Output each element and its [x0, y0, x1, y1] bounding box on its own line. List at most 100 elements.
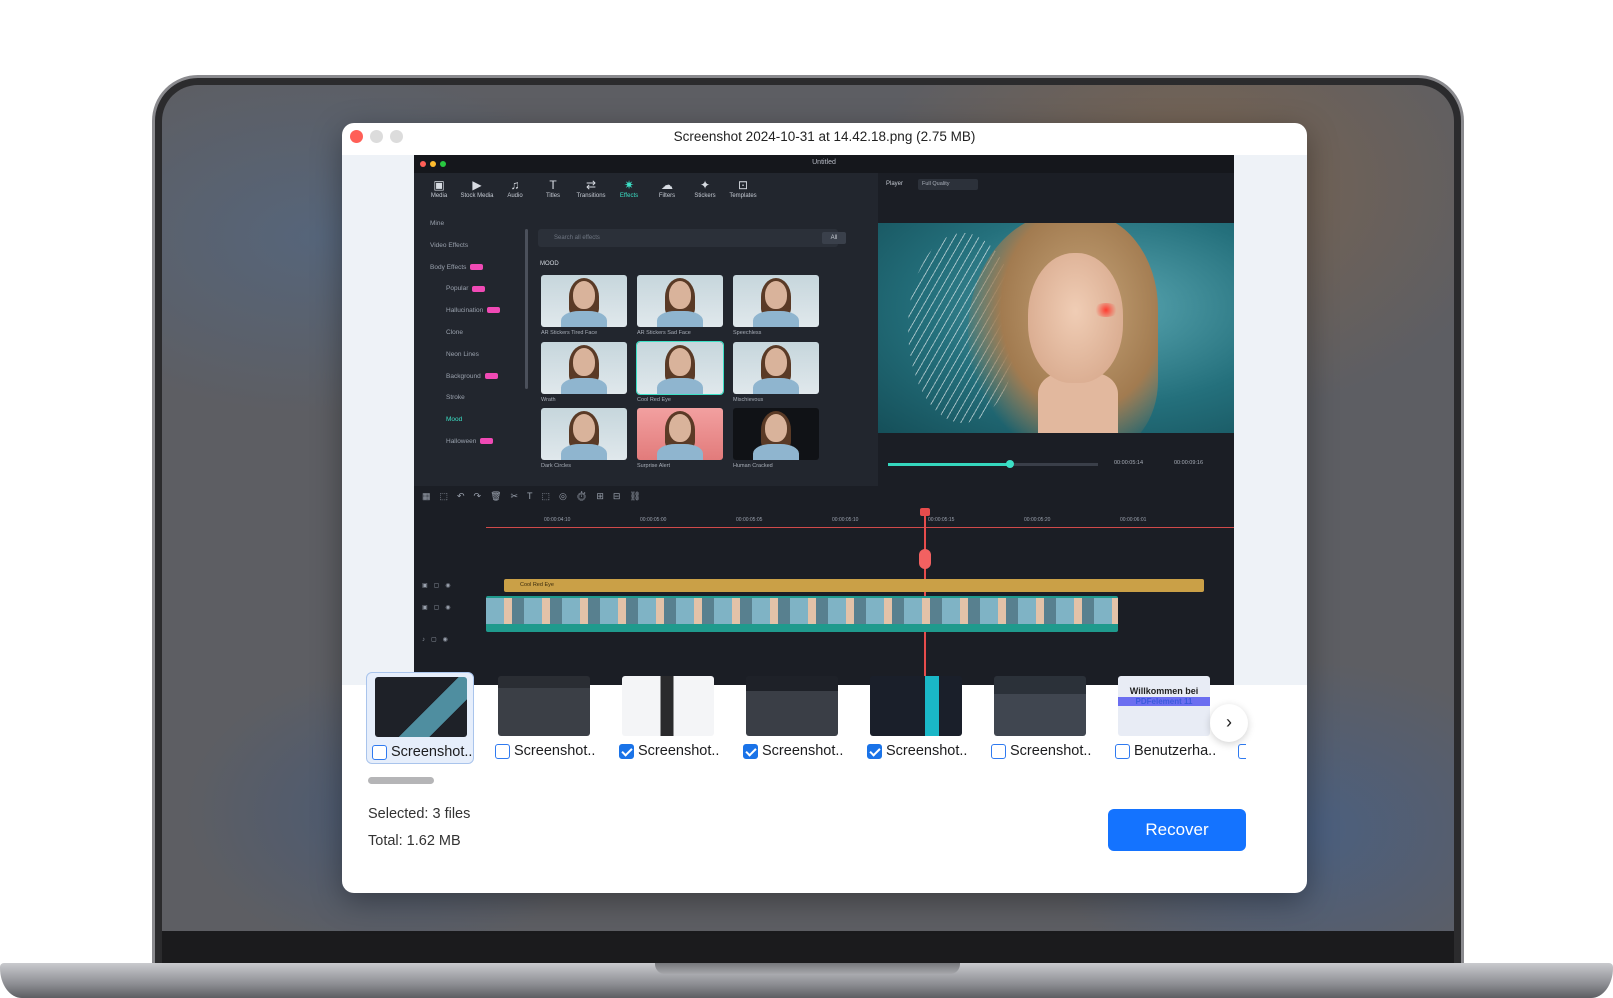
sidebar-item-video-effects[interactable]: Video Effects	[422, 237, 530, 255]
new-badge	[470, 263, 484, 270]
player-panel: Player Full Quality 00:00:05:14 00:00:09…	[878, 173, 1234, 518]
sidebar-item-label: Video Effects	[430, 241, 469, 249]
sidebar-item-body-effects[interactable]: Body Effects	[422, 259, 530, 277]
sidebar-item-label: Hallucination	[446, 307, 484, 315]
file-checkbox[interactable]	[495, 743, 510, 759]
timeline-tick: 00:00:05:10	[832, 517, 859, 523]
sidebar-item-clone[interactable]: Clone	[422, 324, 530, 342]
effect-thumbnail[interactable]	[541, 342, 627, 394]
sidebar-item-label: Popular	[446, 285, 469, 293]
effects-search: Search all effects	[538, 229, 838, 247]
sidebar-item-neon-lines[interactable]: Neon Lines	[422, 346, 530, 364]
window-title: Screenshot 2024-10-31 at 14.42.18.png (2…	[673, 129, 976, 144]
effect-thumbnail[interactable]	[733, 342, 819, 394]
total-size: Total: 1.62 MB	[368, 833, 461, 849]
file-thumbnail	[746, 676, 838, 736]
tab-icon: ▶	[472, 178, 482, 192]
file-card[interactable]: Screenshot...	[614, 672, 722, 764]
tab-audio[interactable]: ♫ Audio	[498, 177, 532, 207]
file-card[interactable]: Screenshot...	[862, 672, 970, 764]
shoulders	[561, 311, 607, 327]
effect-thumbnail[interactable]	[637, 275, 723, 327]
face	[573, 414, 595, 442]
effects-panel: ▣ Media ▶ Stock Media ♫ Audio T Titles ⇄ Transiti…	[414, 173, 890, 518]
file-checkbox[interactable]	[991, 743, 1006, 759]
pdf-thumb-title: Willkommen bei	[1129, 686, 1199, 696]
sidebar-item-mine[interactable]: Mine	[422, 215, 530, 233]
sidebar-item-label: Neon Lines	[446, 350, 479, 358]
new-badge	[472, 285, 486, 292]
editor-toolbar: ▣ Media ▶ Stock Media ♫ Audio T Titles ⇄ Transiti…	[422, 177, 760, 207]
tab-stock-media[interactable]: ▶ Stock Media	[460, 177, 494, 207]
sidebar-item-background[interactable]: Background	[422, 368, 530, 386]
file-card[interactable]: Willkommen bei PDFelement 11 Benutzerha...	[1110, 672, 1218, 764]
effect-name: Human Cracked	[733, 463, 773, 469]
tab-filters[interactable]: ☁ Filters	[650, 177, 684, 207]
effect-name: Wrath	[541, 397, 556, 403]
current-time: 00:00:05:14	[1114, 460, 1144, 466]
file-checkbox[interactable]	[867, 743, 882, 759]
tab-icon: ♫	[510, 178, 520, 192]
tab-label: Templates	[729, 193, 757, 199]
titlebar: Screenshot 2024-10-31 at 14.42.18.png (2…	[342, 123, 1307, 155]
face	[573, 348, 595, 376]
editor-title: Untitled	[812, 159, 836, 166]
effect-thumbnail[interactable]	[733, 275, 819, 327]
file-card[interactable]: Screenshot...	[366, 672, 474, 764]
tab-templates[interactable]: ⊡ Templates	[726, 177, 760, 207]
tab-transitions[interactable]: ⇄ Transitions	[574, 177, 608, 207]
file-checkbox[interactable]	[1115, 743, 1130, 759]
file-card[interactable]: Screenshot...	[986, 672, 1094, 764]
sidebar-item-hallucination[interactable]: Hallucination	[422, 302, 530, 320]
effect-thumbnail[interactable]	[541, 275, 627, 327]
effect-name: Dark Circles	[541, 463, 571, 469]
effects-sidebar: Mine Video Effects Body Effects Popular Hall…	[422, 215, 530, 505]
file-name: Screenshot...	[514, 743, 595, 759]
effect-thumbnail[interactable]	[541, 408, 627, 460]
file-thumbnail	[870, 676, 962, 736]
tab-stickers[interactable]: ✦ Stickers	[688, 177, 722, 207]
shoulders	[657, 444, 703, 460]
tab-effects[interactable]: ✷ Effects	[612, 177, 646, 207]
file-thumbnail	[622, 676, 714, 736]
shoulders	[657, 311, 703, 327]
file-name: Screenshot...	[1010, 743, 1091, 759]
tab-icon: ✦	[699, 178, 711, 192]
sidebar-item-mood[interactable]: Mood	[422, 411, 530, 429]
face	[765, 281, 787, 309]
progress-knob	[1005, 460, 1014, 468]
file-label: Screenshot...	[867, 742, 967, 760]
tab-media[interactable]: ▣ Media	[422, 177, 456, 207]
file-checkbox[interactable]	[372, 744, 387, 760]
video-track-controls: ▣▢◉	[422, 605, 457, 611]
file-thumbnail	[498, 676, 590, 736]
next-files-button[interactable]: ›	[1210, 704, 1248, 742]
sidebar-item-stroke[interactable]: Stroke	[422, 389, 530, 407]
horizontal-scrollbar[interactable]	[368, 777, 434, 784]
file-checkbox[interactable]	[619, 743, 634, 759]
sidebar-item-halloween[interactable]: Halloween	[422, 433, 530, 451]
tab-titles[interactable]: T Titles	[536, 177, 570, 207]
recover-button[interactable]: Recover	[1108, 809, 1246, 851]
effect-thumbnail[interactable]	[733, 408, 819, 460]
red-eye-glow	[1093, 303, 1119, 317]
timeline-toolbar: ▦⬚↶↷🗑✂T⬚◎⏱⊞⊟⛓	[422, 491, 650, 501]
file-card[interactable]: Screenshot...	[490, 672, 598, 764]
tab-icon: ▣	[433, 178, 445, 192]
fx-track-controls: ▣▢◉	[422, 583, 457, 589]
file-checkbox-partial[interactable]	[1238, 744, 1246, 759]
chevron-right-icon: ›	[1226, 712, 1232, 732]
timeline-tick: 00:00:06:01	[1120, 517, 1147, 523]
section-label: MOOD	[540, 261, 559, 267]
sidebar-item-label: Background	[446, 372, 481, 380]
sidebar-item-label: Mood	[446, 416, 463, 424]
timeline-tick: 00:00:05:05	[736, 517, 763, 523]
sidebar-item-popular[interactable]: Popular	[422, 280, 530, 298]
video-clip	[486, 596, 1118, 632]
file-thumbnail	[994, 676, 1086, 736]
file-checkbox[interactable]	[743, 743, 758, 759]
effect-thumbnail[interactable]	[637, 408, 723, 460]
effect-thumbnail[interactable]	[636, 341, 724, 395]
tab-icon: ⊡	[737, 178, 749, 192]
file-card[interactable]: Screenshot...	[738, 672, 846, 764]
